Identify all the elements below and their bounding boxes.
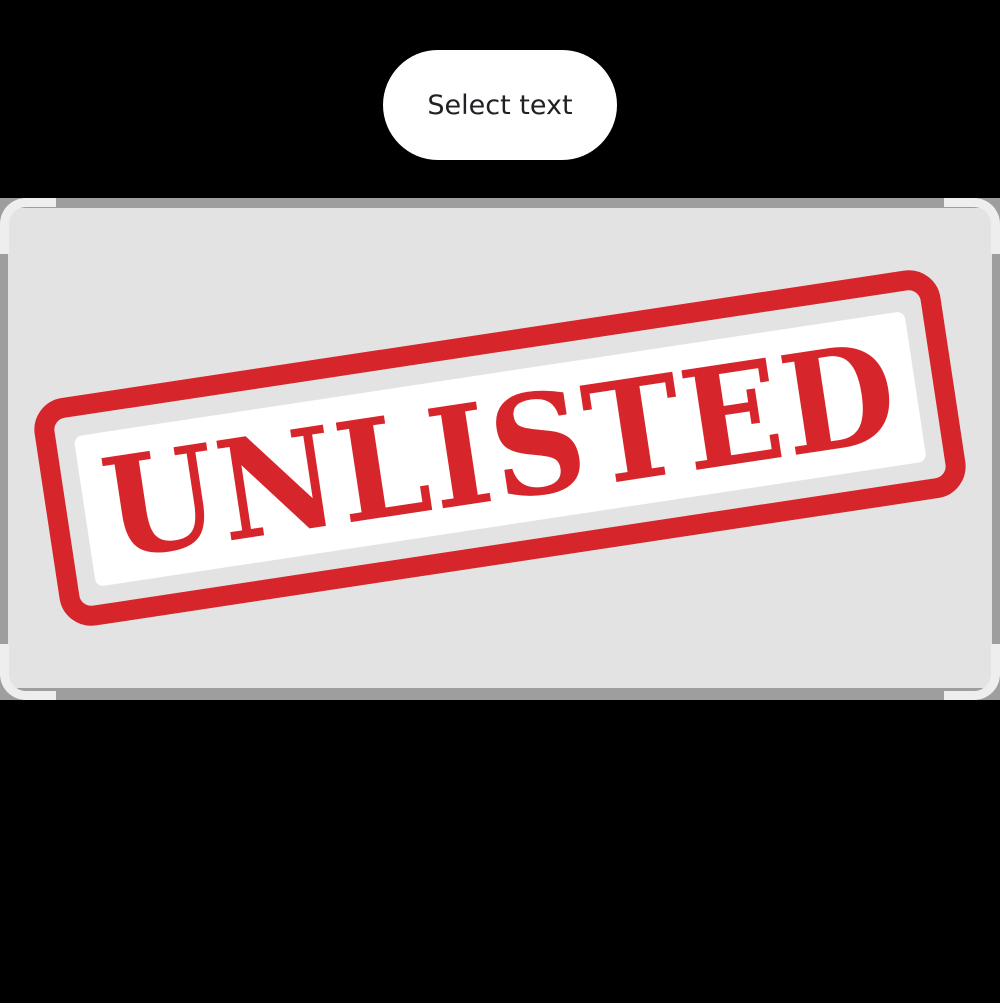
select-text-button[interactable]: Select text	[383, 50, 617, 160]
crop-corner-top-right-icon[interactable]	[944, 198, 1000, 254]
unlisted-stamp-image: UNLISTED	[34, 270, 966, 626]
crop-corner-top-left-icon[interactable]	[0, 198, 56, 254]
image-preview[interactable]: UNLISTED	[0, 198, 1000, 700]
crop-corner-bottom-left-icon[interactable]	[0, 644, 56, 700]
crop-corner-bottom-right-icon[interactable]	[944, 644, 1000, 700]
